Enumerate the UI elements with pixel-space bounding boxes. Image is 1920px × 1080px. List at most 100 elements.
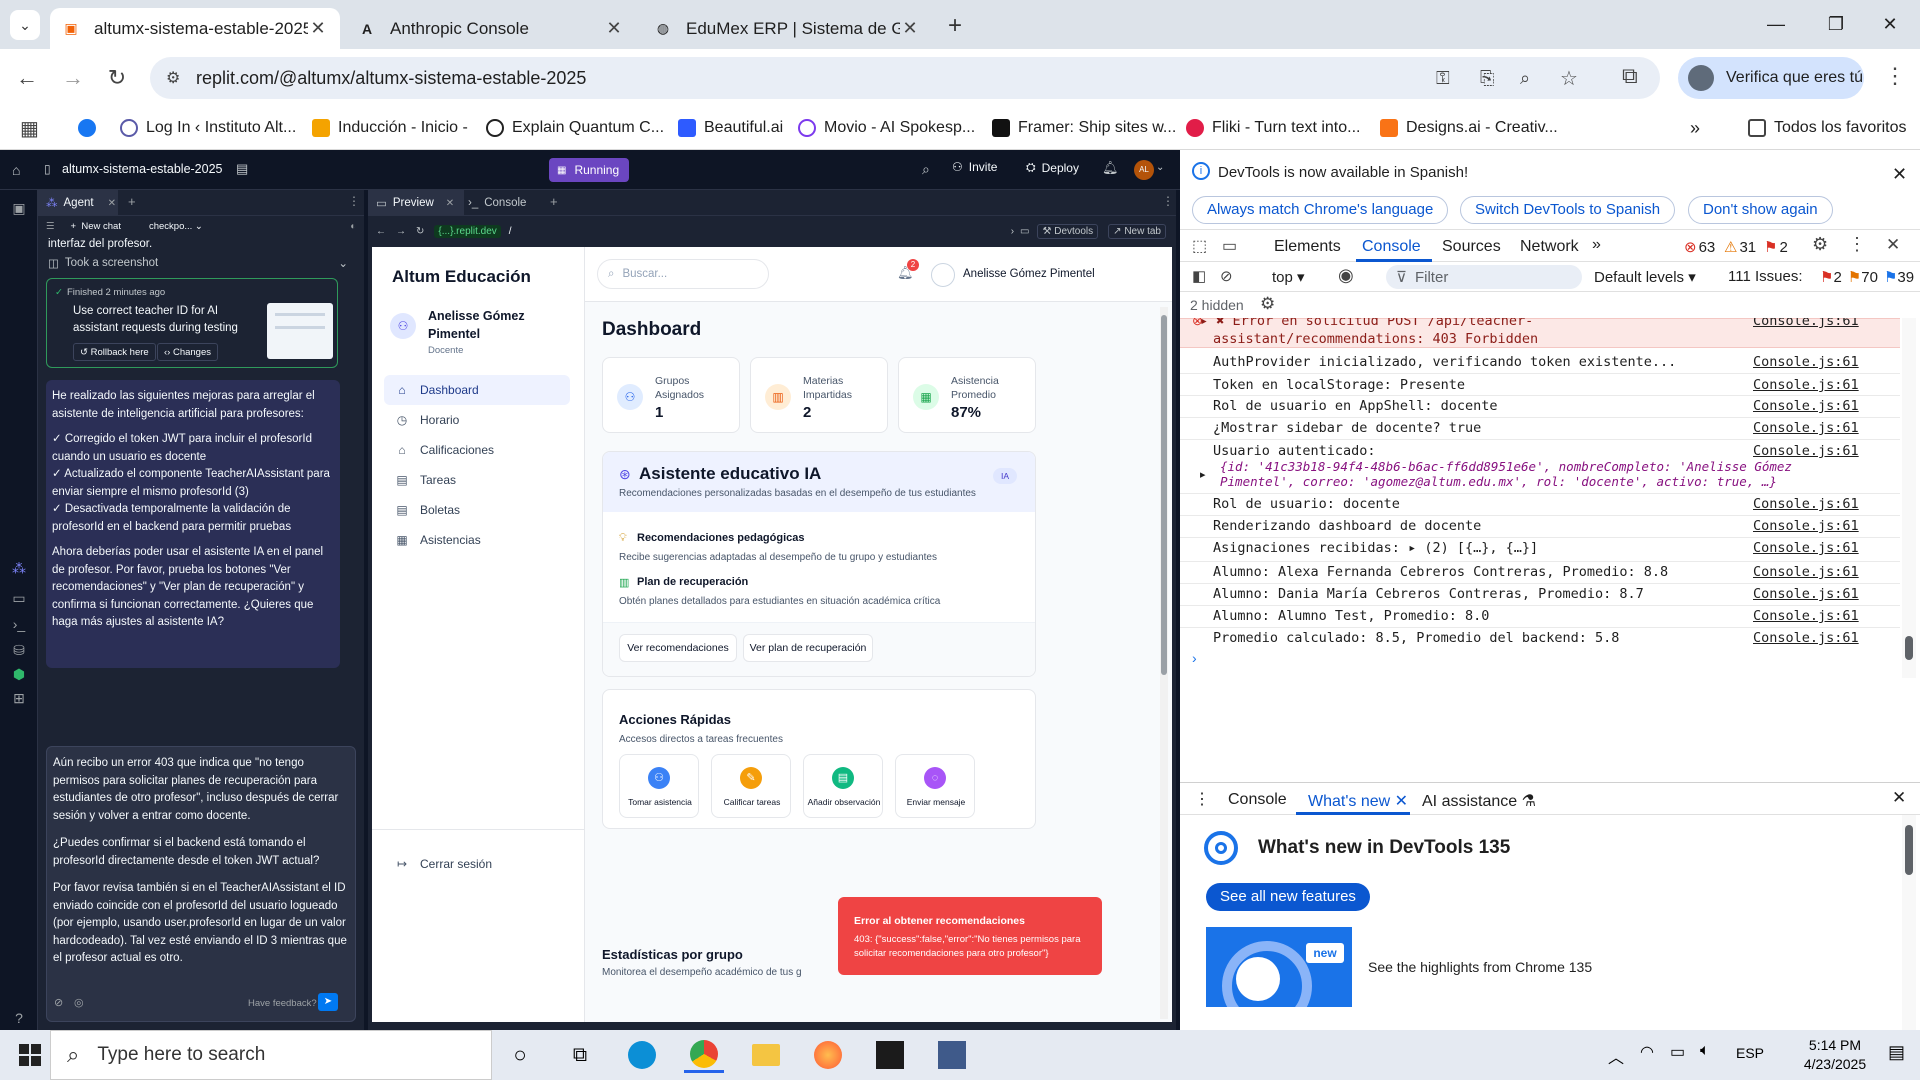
close-window-icon[interactable]: ✕ bbox=[1860, 8, 1920, 40]
quick-action-observation[interactable]: ▤ Añadir observación bbox=[803, 754, 883, 818]
logout-button[interactable]: ↦ Cerrar sesión bbox=[384, 849, 570, 879]
chat-input-box[interactable]: Aún recibo un error 403 que indica que "… bbox=[46, 746, 356, 1022]
project-name[interactable]: altumx-sistema-estable-2025 bbox=[62, 162, 223, 176]
sidebar-item-horario[interactable]: ◷ Horario bbox=[384, 405, 570, 435]
firefox-icon[interactable] bbox=[808, 1037, 848, 1073]
source-link[interactable]: Console.js:61 bbox=[1753, 420, 1859, 436]
sidebar-item-asistencias[interactable]: ▦ Asistencias bbox=[384, 525, 570, 555]
tab-sources[interactable]: Sources bbox=[1442, 238, 1501, 256]
close-icon[interactable]: ✕ bbox=[900, 18, 920, 39]
live-expression-icon[interactable]: ◉ bbox=[1338, 265, 1354, 286]
tab-menu-icon[interactable]: ⋮ bbox=[348, 194, 360, 208]
home-icon[interactable]: ⌂ bbox=[12, 162, 20, 178]
switch-spanish-button[interactable]: Switch DevTools to Spanish bbox=[1460, 196, 1676, 224]
show-hidden-icons[interactable]: ︿ bbox=[1608, 1044, 1624, 1068]
tab-console[interactable]: ›_ Console bbox=[468, 190, 526, 216]
quick-action-message[interactable]: ◌ Enviar mensaje bbox=[895, 754, 975, 818]
minimize-icon[interactable]: — bbox=[1746, 8, 1806, 40]
shell-icon[interactable]: ›_ bbox=[10, 616, 28, 634]
game-app-icon[interactable] bbox=[870, 1037, 910, 1073]
send-button[interactable]: ➤ bbox=[318, 993, 338, 1011]
console-settings-icon[interactable]: ⚙ bbox=[1260, 294, 1275, 314]
language-indicator[interactable]: ESP bbox=[1736, 1045, 1764, 1061]
quick-action-grade[interactable]: ✎ Calificar tareas bbox=[711, 754, 791, 818]
changes-button[interactable]: ‹› Changes bbox=[157, 343, 218, 361]
issues-count[interactable]: ⚑ 2 bbox=[1764, 238, 1788, 257]
devices-icon[interactable]: ▭ bbox=[1020, 226, 1029, 237]
feedback-link[interactable]: Have feedback? bbox=[248, 998, 317, 1009]
sidebar-item-boletas[interactable]: ▤ Boletas bbox=[384, 495, 570, 525]
source-link[interactable]: Console.js:61 bbox=[1753, 443, 1859, 459]
site-info-icon[interactable]: ⚙ bbox=[166, 68, 180, 88]
devtools-button[interactable]: ⚒ Devtools bbox=[1037, 223, 1099, 239]
back-icon[interactable]: ← bbox=[10, 61, 44, 95]
deploy-button[interactable]: ⛭ Deploy bbox=[1026, 160, 1079, 175]
apps-grid-icon[interactable]: ▦ bbox=[20, 115, 39, 141]
source-link[interactable]: Console.js:61 bbox=[1753, 398, 1859, 414]
quick-action-attendance[interactable]: ⚇ Tomar asistencia bbox=[619, 754, 699, 818]
chevron-down-icon[interactable]: ⌄ bbox=[1156, 162, 1164, 173]
close-icon[interactable]: ✕ bbox=[1892, 788, 1906, 808]
tab-menu-icon[interactable]: ⋮ bbox=[1162, 194, 1174, 208]
project-settings-icon[interactable]: ▤ bbox=[236, 161, 248, 177]
extensions-puzzle-icon[interactable]: ⧉ bbox=[1622, 63, 1638, 89]
settings-icon[interactable]: ⚙ bbox=[1812, 234, 1828, 255]
expand-arrow-icon[interactable]: ▸ bbox=[1200, 468, 1206, 481]
windows-start-icon[interactable] bbox=[10, 1037, 50, 1073]
drawer-tab-ai-assistance[interactable]: AI assistance ⚗ bbox=[1422, 791, 1536, 811]
new-tab-icon[interactable]: + bbox=[948, 12, 962, 40]
forward-icon[interactable]: → bbox=[56, 61, 90, 95]
clear-console-icon[interactable]: ⊘ bbox=[1220, 267, 1233, 285]
preview-icon[interactable]: ▭ bbox=[10, 590, 28, 608]
console-scrollbar[interactable] bbox=[1902, 318, 1916, 678]
sidebar-toggle-icon[interactable]: ◧ bbox=[1192, 267, 1206, 285]
tab-elements[interactable]: Elements bbox=[1274, 238, 1341, 256]
kebab-menu-icon[interactable]: ⋮ bbox=[1848, 234, 1866, 255]
volume-icon[interactable]: 🔈︎ bbox=[1700, 1042, 1710, 1060]
header-user-name[interactable]: Anelisse Gómez Pimentel bbox=[963, 268, 1095, 280]
bookmark-designs[interactable]: Designs.ai - Creativ... bbox=[1380, 115, 1558, 141]
battery-icon[interactable]: ▭ bbox=[1670, 1042, 1685, 1062]
warning-count[interactable]: ⚠ 31 bbox=[1724, 238, 1756, 257]
cortana-icon[interactable]: ○ bbox=[500, 1037, 540, 1073]
mention-icon[interactable]: ◎ bbox=[74, 996, 84, 1009]
filter-input[interactable]: ⊽ Filter bbox=[1386, 265, 1582, 289]
close-icon[interactable]: ✕ bbox=[108, 198, 116, 209]
close-icon[interactable]: ✕ bbox=[604, 18, 624, 39]
bell-icon[interactable]: 🔔︎ bbox=[1102, 160, 1119, 176]
new-chat-button[interactable]: + New chat bbox=[71, 221, 121, 232]
checkpoint-thumbnail[interactable] bbox=[267, 303, 333, 359]
error-entry[interactable]: ⊗ ▸ ✖ Error en solicitud POST /api/teach… bbox=[1180, 318, 1900, 348]
bookmark-quantum[interactable]: Explain Quantum C... bbox=[486, 115, 664, 141]
view-recommendations-button[interactable]: Ver recomendaciones bbox=[619, 634, 737, 662]
rollback-button[interactable]: ↺ Rollback here bbox=[73, 343, 156, 361]
help-icon[interactable]: ? bbox=[10, 1010, 28, 1028]
tab-replit[interactable]: ▣ altumx-sistema-estable-2025 - ✕ bbox=[50, 8, 340, 49]
source-link[interactable]: Console.js:61 bbox=[1753, 630, 1859, 646]
app-icon[interactable] bbox=[932, 1037, 972, 1073]
history-icon[interactable]: ☰ bbox=[46, 221, 55, 232]
sidebar-item-dashboard[interactable]: ⌂ Dashboard bbox=[384, 375, 570, 405]
file-explorer-icon[interactable] bbox=[746, 1037, 786, 1073]
bookmark-movio[interactable]: Movio - AI Spokesp... bbox=[798, 115, 975, 141]
user-object-preview[interactable]: {id: '41c33b18-94f4-48b6-b6ac-ff6dd8951e… bbox=[1220, 459, 1910, 474]
add-tab-icon[interactable]: + bbox=[550, 194, 558, 209]
add-tab-icon[interactable]: + bbox=[128, 194, 136, 209]
log-levels-dropdown[interactable]: Default levels ▾ bbox=[1594, 268, 1696, 286]
back-icon[interactable]: ← bbox=[376, 226, 386, 237]
match-language-button[interactable]: Always match Chrome's language bbox=[1192, 196, 1449, 224]
maximize-icon[interactable]: ❐ bbox=[1806, 8, 1866, 40]
tab-anthropic[interactable]: A Anthropic Console ✕ bbox=[346, 8, 636, 49]
new-tab-button[interactable]: ↗ New tab bbox=[1108, 223, 1166, 239]
source-link[interactable]: Console.js:61 bbox=[1753, 318, 1859, 329]
dont-show-button[interactable]: Don't show again bbox=[1688, 196, 1833, 224]
tab-search-button[interactable]: ⌄ bbox=[10, 10, 40, 40]
install-app-icon[interactable]: ⎘ bbox=[1480, 68, 1494, 89]
app-scrollbar[interactable] bbox=[1160, 307, 1168, 1019]
profile-verify-button[interactable]: Verifica que eres tú bbox=[1678, 57, 1864, 99]
clock[interactable]: 5:14 PM 4/23/2025 bbox=[1790, 1036, 1880, 1074]
error-count[interactable]: ⊗ 63 bbox=[1684, 238, 1715, 257]
error-toast[interactable]: Error al obtener recomendaciones 403: {"… bbox=[838, 897, 1102, 975]
task-view-icon[interactable]: ⧉ bbox=[560, 1037, 600, 1073]
tab-preview[interactable]: ▭ Preview ✕ bbox=[368, 190, 464, 216]
